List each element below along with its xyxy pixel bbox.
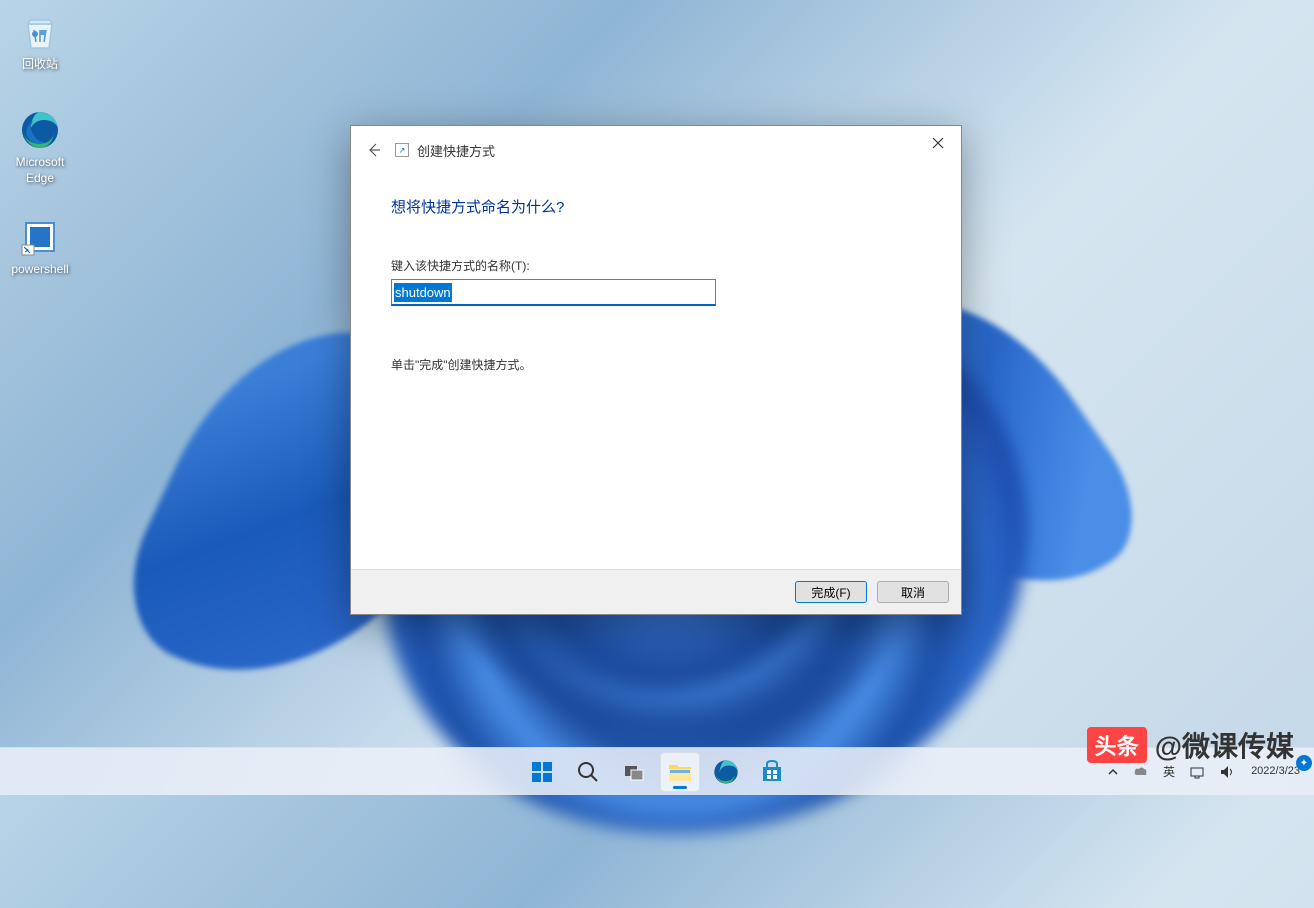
search-button[interactable] [568, 752, 608, 792]
start-button[interactable] [522, 752, 562, 792]
recycle-bin-icon [18, 10, 62, 54]
dialog-body: 想将快捷方式命名为什么? 键入该快捷方式的名称(T): shutdown 单击"… [351, 174, 961, 569]
shortcut-name-label: 键入该快捷方式的名称(T): [391, 257, 921, 274]
desktop-icon-edge[interactable]: Microsoft Edge [2, 108, 78, 186]
shortcut-icon: ↗ [395, 143, 409, 157]
accessibility-icon[interactable]: ✦ [1296, 755, 1312, 771]
dialog-footer: 完成(F) 取消 [351, 569, 961, 614]
close-button[interactable] [918, 129, 958, 157]
cancel-button[interactable]: 取消 [877, 581, 949, 603]
dialog-header: ↗ 创建快捷方式 [351, 126, 961, 174]
shortcut-name-input[interactable] [391, 279, 716, 306]
taskbar-center [522, 752, 792, 792]
edge-icon [18, 108, 62, 152]
file-explorer-button[interactable] [660, 752, 700, 792]
desktop-icon-recycle-bin[interactable]: 回收站 [2, 10, 78, 73]
back-button[interactable] [359, 135, 389, 165]
watermark-text: @微课传媒 [1155, 725, 1294, 765]
dialog-title: 创建快捷方式 [417, 141, 495, 160]
watermark-logo: 头条 [1087, 727, 1147, 763]
store-button[interactable] [752, 752, 792, 792]
powershell-shortcut-icon [18, 215, 62, 259]
desktop-icon-label: 回收站 [22, 57, 58, 73]
finish-button[interactable]: 完成(F) [795, 581, 867, 603]
watermark: 头条 @微课传媒 [1087, 725, 1294, 765]
dialog-instruction: 单击"完成"创建快捷方式。 [391, 356, 921, 373]
desktop-icon-label: powershell [11, 262, 68, 278]
edge-taskbar-button[interactable] [706, 752, 746, 792]
desktop-icon-powershell[interactable]: powershell [2, 215, 78, 278]
desktop-icon-label: Microsoft Edge [16, 155, 65, 186]
create-shortcut-dialog: ↗ 创建快捷方式 想将快捷方式命名为什么? 键入该快捷方式的名称(T): shu… [350, 125, 962, 615]
dialog-question: 想将快捷方式命名为什么? [391, 196, 921, 217]
tray-date: 2022/3/23 [1251, 764, 1300, 778]
task-view-button[interactable] [614, 752, 654, 792]
